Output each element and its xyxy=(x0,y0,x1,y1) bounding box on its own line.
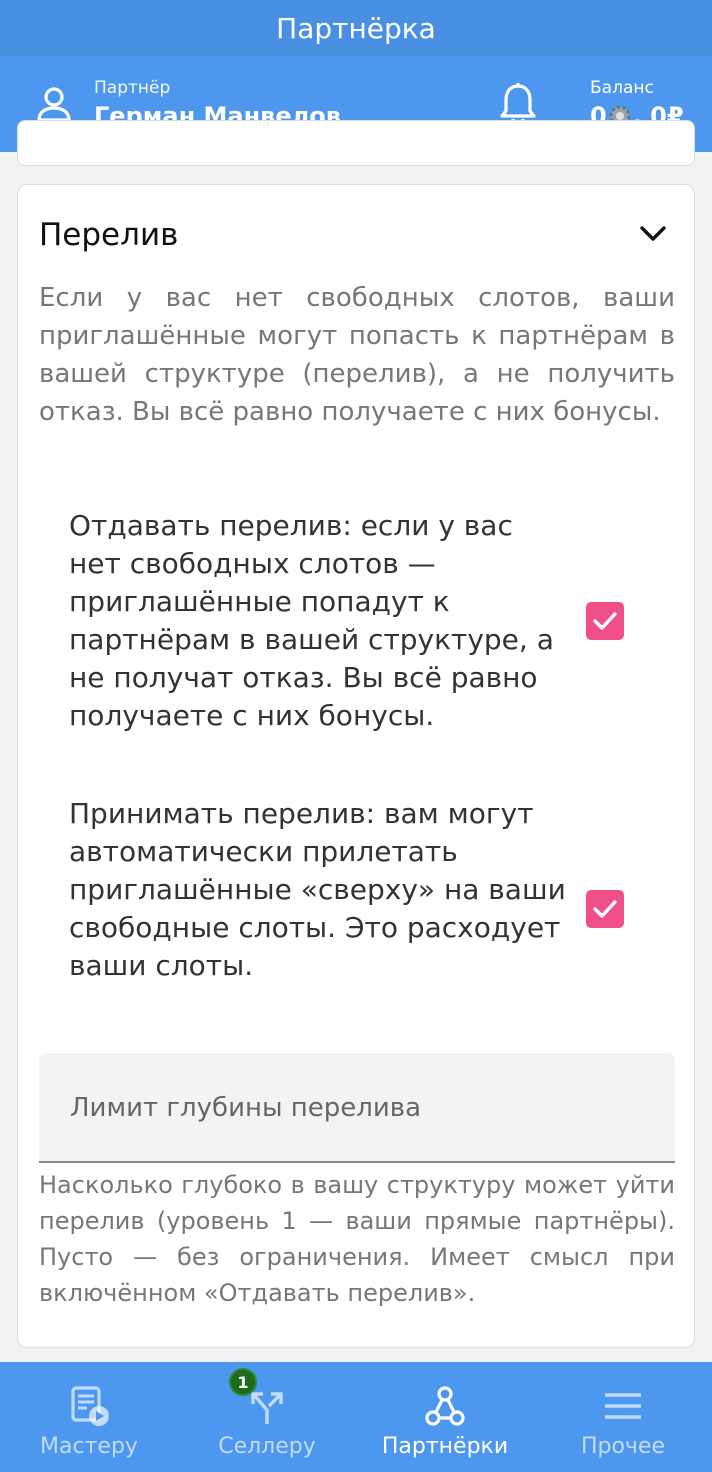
app-title-bar: Партнёрка xyxy=(0,0,712,56)
notification-badge: 1 xyxy=(229,1368,257,1396)
give-overflow-label: Отдавать перелив: если у вас нет свободн… xyxy=(69,509,554,732)
nav-label-partners: Партнёрки xyxy=(381,1434,509,1459)
nav-item-partners[interactable]: Партнёрки xyxy=(356,1362,534,1472)
section-description: Если у вас нет свободных слотов, ваши пр… xyxy=(39,283,675,427)
depth-limit-placeholder: Лимит глубины перелива xyxy=(70,1093,422,1123)
checkmark-icon xyxy=(593,612,617,630)
balance-label: Баланс xyxy=(590,78,654,98)
nav-label-other: Прочее xyxy=(580,1434,666,1459)
partner-label: Партнёр xyxy=(94,78,171,98)
receipt-play-icon xyxy=(71,1386,109,1426)
section-title: Перелив xyxy=(39,217,179,253)
bottom-navigation: Мастеру 1 Селлеру Партнёрки Прочее xyxy=(0,1362,712,1472)
app-title: Партнёрка xyxy=(276,11,436,45)
previous-card-edge xyxy=(17,120,695,166)
depth-limit-input[interactable]: Лимит глубины перелива xyxy=(39,1053,675,1163)
receive-overflow-checkbox[interactable] xyxy=(586,890,624,928)
depth-limit-hint: Насколько глубоко в вашу структуру может… xyxy=(39,1171,675,1307)
network-icon xyxy=(425,1386,465,1426)
give-overflow-checkbox[interactable] xyxy=(586,602,624,640)
nav-label-master: Мастеру xyxy=(40,1434,138,1459)
checkmark-icon xyxy=(593,900,617,918)
nav-label-seller: Селлеру xyxy=(218,1434,316,1459)
nav-item-seller[interactable]: 1 Селлеру xyxy=(178,1362,356,1472)
receive-overflow-label: Принимать перелив: вам могут автоматичес… xyxy=(69,797,566,982)
menu-icon xyxy=(605,1393,641,1419)
overflow-card: Перелив Если у вас нет свободных слотов,… xyxy=(17,184,695,1348)
chevron-down-icon[interactable] xyxy=(638,223,668,245)
user-icon[interactable] xyxy=(36,86,72,124)
nav-item-other[interactable]: Прочее xyxy=(534,1362,712,1472)
nav-item-master[interactable]: Мастеру xyxy=(0,1362,178,1472)
